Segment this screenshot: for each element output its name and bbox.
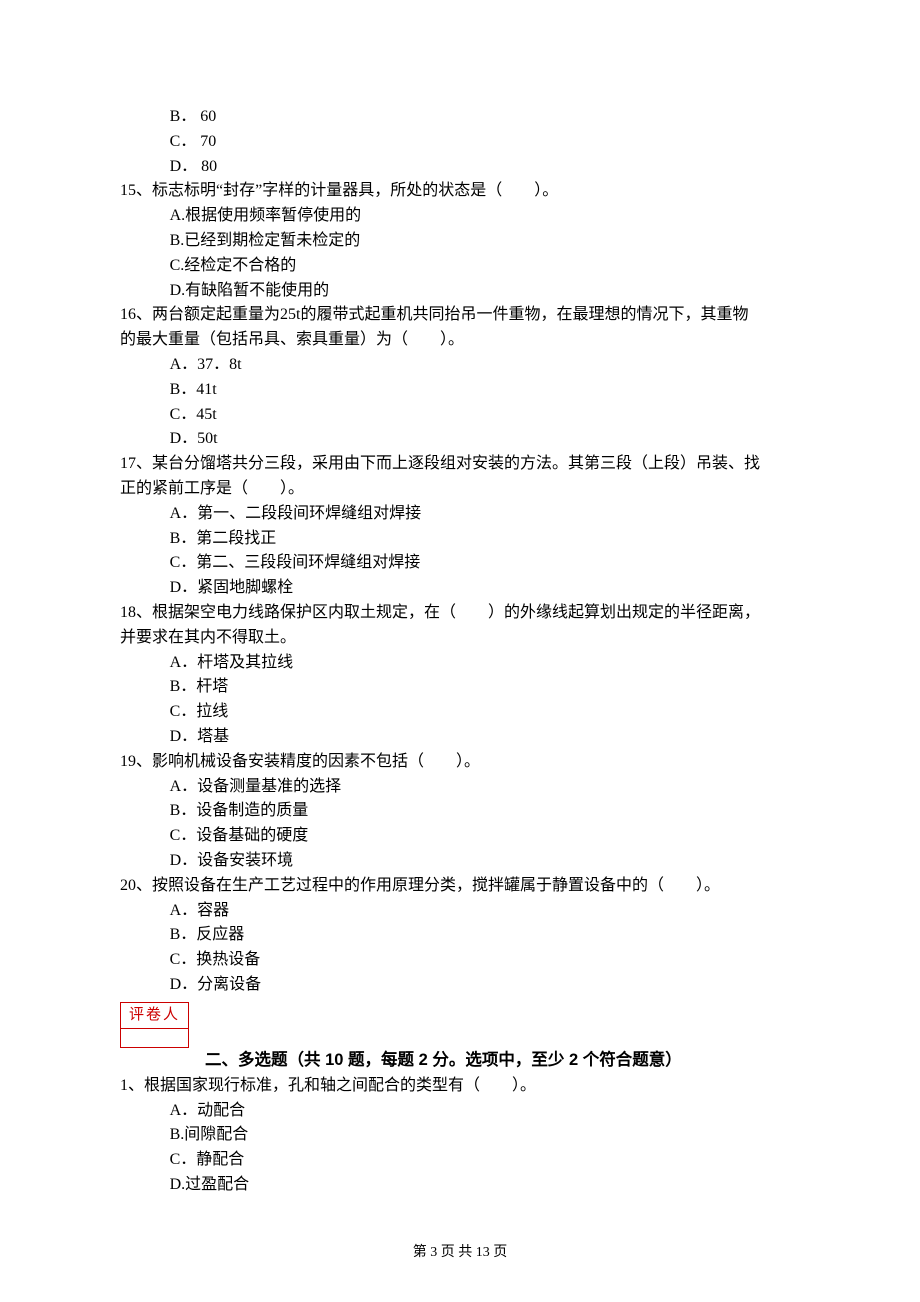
option-row: C．设备基础的硬度: [120, 824, 800, 849]
option-row: C．拉线: [120, 700, 800, 725]
option-row: A.根据使用频率暂停使用的: [120, 204, 800, 229]
single-choice-block: 15、标志标明“封存”字样的计量器具，所处的状态是（ ）。A.根据使用频率暂停使…: [120, 179, 800, 997]
option-row: B．41t: [120, 378, 800, 403]
option-row: A．容器: [120, 899, 800, 924]
option-row: A．动配合: [120, 1099, 800, 1124]
page-footer: 第 3 页 共 13 页: [0, 1242, 920, 1264]
option-row: C．第二、三段段间环焊缝组对焊接: [120, 551, 800, 576]
option-row: D． 80: [120, 155, 800, 180]
option-row: C．45t: [120, 403, 800, 428]
option-row: D.过盈配合: [120, 1173, 800, 1198]
option-row: D．分离设备: [120, 973, 800, 998]
option-row: C.经检定不合格的: [120, 254, 800, 279]
option-row: C．换热设备: [120, 948, 800, 973]
option-row: D.有缺陷暂不能使用的: [120, 279, 800, 304]
question-stem: 19、影响机械设备安装精度的因素不包括（ ）。: [120, 750, 800, 775]
option-row: B．杆塔: [120, 675, 800, 700]
option-row: D．设备安装环境: [120, 849, 800, 874]
option-row: D．50t: [120, 427, 800, 452]
question-stem: 18、根据架空电力线路保护区内取土规定，在（ ）的外缘线起算划出规定的半径距离，: [120, 601, 800, 626]
option-row: C． 70: [120, 130, 800, 155]
option-row: B．第二段找正: [120, 527, 800, 552]
option-row: D．紧固地脚螺栓: [120, 576, 800, 601]
question-stem: 17、某台分馏塔共分三段，采用由下而上逐段组对安装的方法。其第三段（上段）吊装、…: [120, 452, 800, 477]
question-stem-cont: 并要求在其内不得取土。: [120, 626, 800, 651]
grader-box: 评卷人: [120, 1002, 189, 1048]
option-row: B.已经到期检定暂未检定的: [120, 229, 800, 254]
question-stem: 1、根据国家现行标准，孔和轴之间配合的类型有（ ）。: [120, 1074, 800, 1099]
option-row: B.间隙配合: [120, 1123, 800, 1148]
question-stem-cont: 的最大重量（包括吊具、索具重量）为（ ）。: [120, 328, 800, 353]
option-row: B．反应器: [120, 923, 800, 948]
page-container: B． 60C． 70D． 80 15、标志标明“封存”字样的计量器具，所处的状态…: [0, 0, 920, 1302]
option-row: D．塔基: [120, 725, 800, 750]
option-row: B．设备制造的质量: [120, 799, 800, 824]
option-row: A．第一、二段段间环焊缝组对焊接: [120, 502, 800, 527]
option-row: A．设备测量基准的选择: [120, 775, 800, 800]
question-stem: 16、两台额定起重量为25t的履带式起重机共同抬吊一件重物，在最理想的情况下，其…: [120, 303, 800, 328]
grader-label: 评卷人: [121, 1003, 188, 1029]
section-2-title: 二、多选题（共 10 题，每题 2 分。选项中，至少 2 个符合题意）: [205, 1051, 682, 1069]
multi-choice-block: 1、根据国家现行标准，孔和轴之间配合的类型有（ ）。A．动配合B.间隙配合C．静…: [120, 1074, 800, 1198]
grader-blank: [121, 1029, 188, 1047]
option-row: A．37．8t: [120, 353, 800, 378]
question-stem-cont: 正的紧前工序是（ ）。: [120, 477, 800, 502]
question-stem: 20、按照设备在生产工艺过程中的作用原理分类，搅拌罐属于静置设备中的（ ）。: [120, 874, 800, 899]
option-row: B． 60: [120, 105, 800, 130]
options-fragment: B． 60C． 70D． 80: [120, 105, 800, 179]
option-row: C．静配合: [120, 1148, 800, 1173]
question-stem: 15、标志标明“封存”字样的计量器具，所处的状态是（ ）。: [120, 179, 800, 204]
grader-block: 评卷人: [120, 998, 800, 1050]
section-2-heading-row: 二、多选题（共 10 题，每题 2 分。选项中，至少 2 个符合题意）: [120, 1048, 800, 1074]
option-row: A．杆塔及其拉线: [120, 651, 800, 676]
